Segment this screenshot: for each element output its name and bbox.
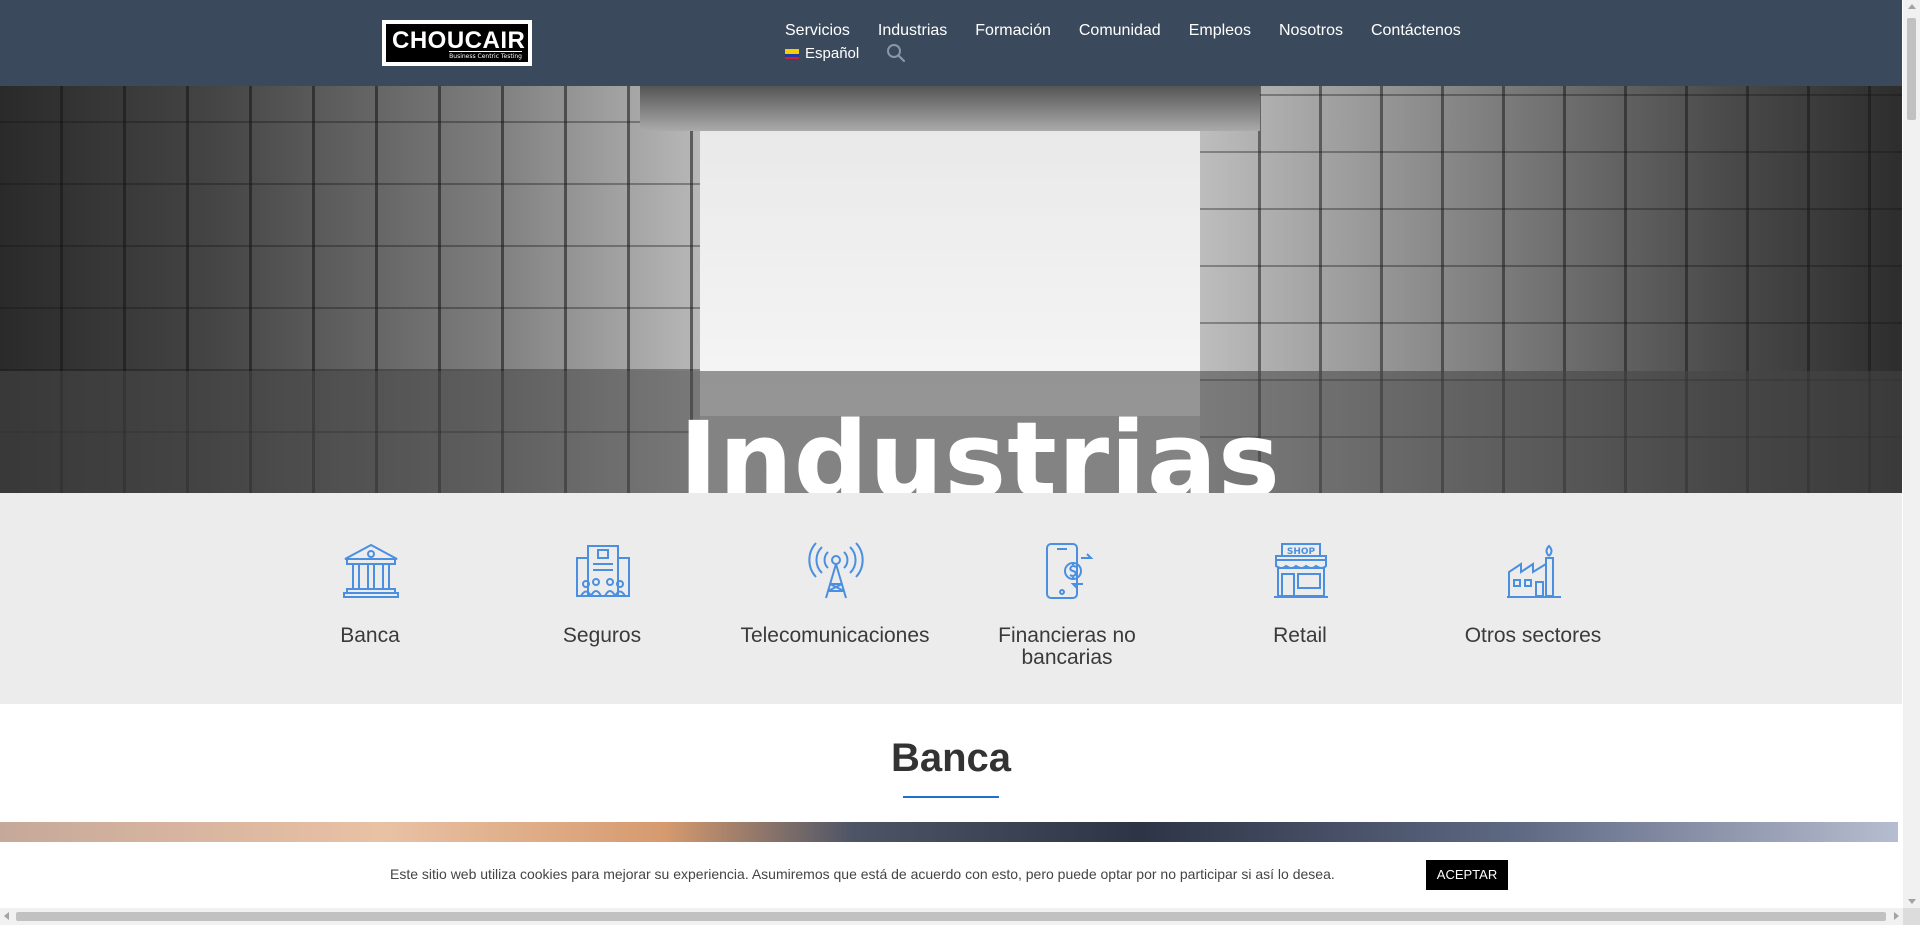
main-nav: Servicios Industrias Formación Comunidad… bbox=[785, 22, 1461, 40]
nav-item-servicios[interactable]: Servicios bbox=[785, 22, 850, 40]
industry-label: Banca bbox=[340, 624, 400, 647]
language-selector[interactable]: Español bbox=[785, 45, 859, 62]
factory-icon bbox=[1507, 544, 1561, 598]
scroll-right-arrow-icon[interactable] bbox=[1894, 912, 1899, 920]
logo-tagline: Business Centric Testing bbox=[449, 51, 522, 60]
section-banner-image bbox=[0, 822, 1898, 842]
industry-label: Otros sectores bbox=[1464, 624, 1602, 647]
nav-item-contactenos[interactable]: Contáctenos bbox=[1371, 22, 1461, 40]
hero-building-top bbox=[640, 86, 1260, 131]
colombia-flag-icon bbox=[785, 48, 799, 59]
cookie-bar: Este sitio web utiliza cookies para mejo… bbox=[0, 842, 1902, 907]
scrollbar-corner bbox=[1903, 908, 1920, 925]
nav-item-nosotros[interactable]: Nosotros bbox=[1279, 22, 1343, 40]
nav-item-industrias[interactable]: Industrias bbox=[878, 22, 947, 40]
nav-item-empleos[interactable]: Empleos bbox=[1189, 22, 1251, 40]
vertical-scroll-thumb[interactable] bbox=[1907, 18, 1916, 120]
hero-banner: Industrias bbox=[0, 86, 1902, 493]
section-title: Banca bbox=[890, 736, 1012, 780]
cookie-notice-text: Este sitio web utiliza cookies para mejo… bbox=[390, 866, 1335, 882]
scroll-down-arrow-icon[interactable] bbox=[1908, 899, 1916, 904]
mobile-payment-icon bbox=[1046, 543, 1094, 599]
accept-cookies-button[interactable]: ACEPTAR bbox=[1426, 860, 1508, 890]
horizontal-scrollbar[interactable] bbox=[0, 908, 1903, 925]
nav-item-formacion[interactable]: Formación bbox=[975, 22, 1051, 40]
search-icon[interactable] bbox=[886, 43, 906, 63]
hero-title: Industrias bbox=[679, 399, 1281, 493]
nav-item-comunidad[interactable]: Comunidad bbox=[1079, 22, 1161, 40]
logo-background: CHOUCAIR Business Centric Testing bbox=[386, 24, 528, 62]
industry-label: Financieras no bancarias bbox=[998, 624, 1136, 669]
scroll-left-arrow-icon[interactable] bbox=[4, 912, 9, 920]
industries-strip: Banca Seguros Telecomunicaciones Financi… bbox=[0, 493, 1902, 704]
antenna-tower-icon bbox=[808, 542, 864, 599]
logo[interactable]: CHOUCAIR Business Centric Testing bbox=[382, 20, 532, 66]
language-label: Español bbox=[805, 45, 860, 62]
site-header: CHOUCAIR Business Centric Testing Servic… bbox=[0, 0, 1902, 86]
bank-icon bbox=[343, 543, 399, 598]
industry-label: Telecomunicaciones bbox=[740, 624, 930, 647]
industry-label: Retail bbox=[1273, 624, 1327, 647]
shop-icon: SHOP bbox=[1274, 543, 1328, 598]
section-underline bbox=[903, 796, 999, 798]
building-people-icon bbox=[576, 545, 630, 597]
scroll-up-arrow-icon[interactable] bbox=[1908, 4, 1916, 9]
vertical-scrollbar[interactable] bbox=[1903, 0, 1920, 908]
industry-label: Seguros bbox=[562, 624, 642, 647]
horizontal-scroll-thumb[interactable] bbox=[16, 912, 1886, 921]
